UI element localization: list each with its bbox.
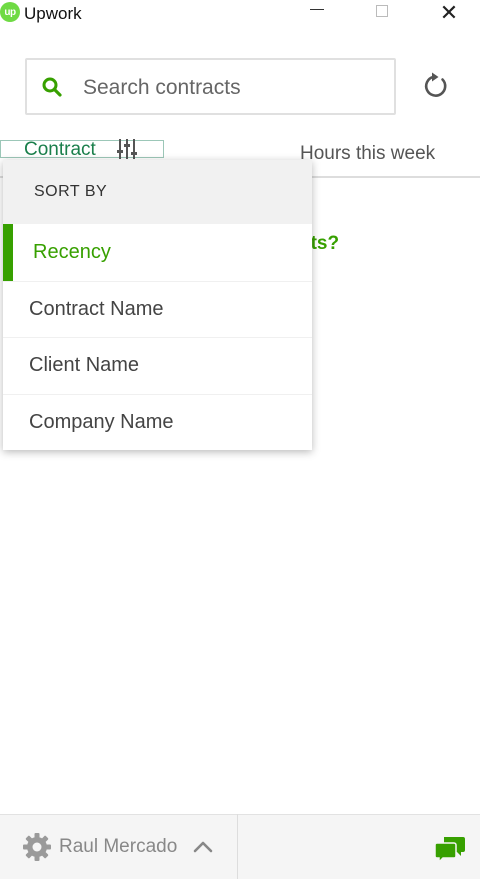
sort-option-company-name[interactable]: Company Name: [3, 393, 312, 451]
sort-dropdown: SORT BY Recency Contract Name Client Nam…: [3, 160, 312, 450]
sort-option-client-name[interactable]: Client Name: [3, 337, 312, 394]
minimize-button[interactable]: [297, 0, 337, 26]
close-button[interactable]: ✕: [429, 0, 469, 26]
upwork-app: up Upwork ✕ Contract Hours this week r c…: [0, 0, 480, 879]
contract-column-label: Contract: [24, 139, 96, 160]
refresh-icon[interactable]: [420, 70, 452, 102]
maximize-icon: [376, 5, 388, 17]
search-input[interactable]: [83, 74, 383, 102]
filter-icon[interactable]: [117, 138, 137, 160]
gear-icon[interactable]: [22, 832, 52, 862]
user-name[interactable]: Raul Mercado: [59, 836, 177, 858]
window-title: Upwork: [24, 4, 82, 23]
footer-divider: [237, 814, 238, 879]
sort-option-recency[interactable]: Recency: [3, 224, 312, 281]
sort-option-contract-name[interactable]: Contract Name: [3, 280, 312, 338]
search-icon: [42, 77, 62, 97]
maximize-button[interactable]: [362, 0, 402, 26]
minimize-icon: [310, 8, 324, 10]
title-bar: up Upwork ✕: [0, 0, 480, 28]
chat-icon[interactable]: [434, 834, 466, 864]
upwork-logo: up: [0, 2, 20, 22]
chevron-up-icon[interactable]: [193, 837, 213, 857]
sort-by-header: SORT BY: [3, 160, 312, 224]
close-icon: ✕: [439, 0, 459, 25]
hours-column-header[interactable]: Hours this week: [300, 143, 435, 165]
search-box[interactable]: [25, 58, 396, 115]
